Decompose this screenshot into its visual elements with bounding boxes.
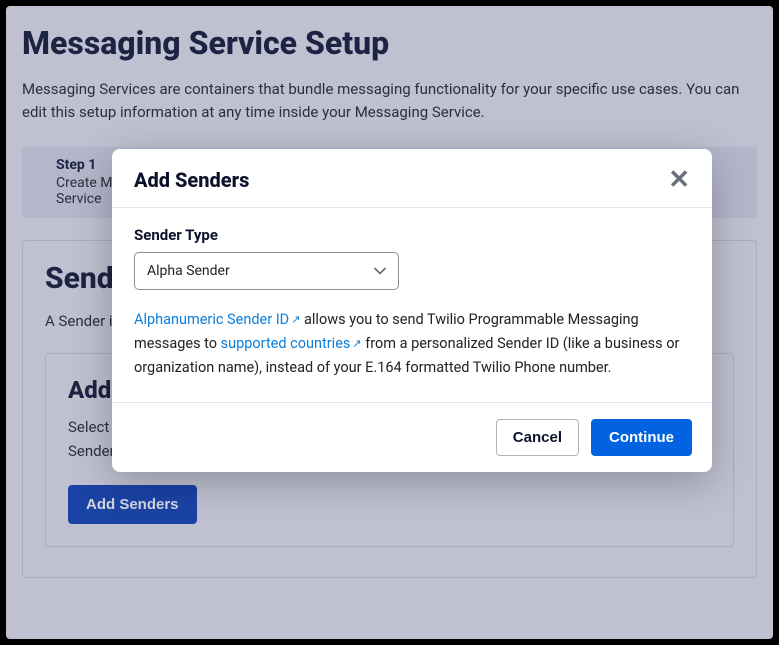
chevron-down-icon: [374, 263, 386, 279]
external-link-icon: ↗: [352, 337, 361, 350]
page-title: Messaging Service Setup: [22, 24, 757, 62]
alphanumeric-sender-id-link[interactable]: Alphanumeric Sender ID↗: [134, 311, 300, 328]
external-link-icon: ↗: [291, 313, 300, 326]
modal-title: Add Senders: [134, 168, 249, 192]
sender-type-label: Sender Type: [134, 226, 690, 244]
help-text: Alphanumeric Sender ID↗ allows you to se…: [134, 308, 690, 380]
page-description: Messaging Services are containers that b…: [22, 78, 757, 125]
modal-body: Sender Type Alpha Sender Alphanumeric Se…: [112, 208, 712, 402]
modal-header: Add Senders ✕: [112, 149, 712, 208]
add-senders-modal: Add Senders ✕ Sender Type Alpha Sender A…: [112, 149, 712, 472]
cancel-button[interactable]: Cancel: [496, 419, 579, 456]
select-value: Alpha Sender: [147, 263, 230, 279]
supported-countries-link[interactable]: supported countries↗: [221, 335, 362, 352]
modal-footer: Cancel Continue: [112, 402, 712, 472]
close-icon[interactable]: ✕: [668, 167, 690, 193]
sender-type-select[interactable]: Alpha Sender: [134, 252, 399, 290]
continue-button[interactable]: Continue: [591, 419, 692, 456]
add-senders-button[interactable]: Add Senders: [68, 485, 197, 524]
